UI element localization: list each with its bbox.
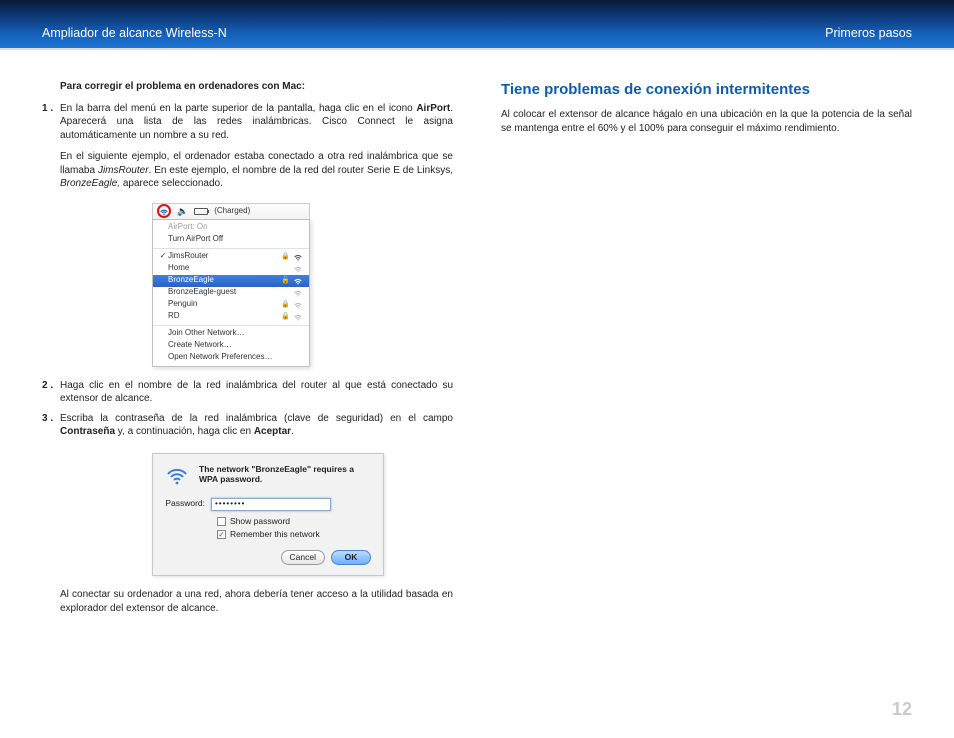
remember-network-checkbox[interactable]: ✓ [217, 530, 226, 539]
network-home[interactable]: Home [153, 263, 309, 275]
mac-fix-heading: Para corregir el problema en ordenadores… [60, 80, 453, 94]
lock-icon: 🔒 [281, 276, 290, 285]
wifi-icon [293, 313, 303, 321]
step-number: 1 . [42, 102, 60, 143]
ok-button[interactable]: OK [331, 550, 371, 565]
closing-paragraph: Al conectar su ordenador a una red, ahor… [60, 588, 453, 615]
wifi-icon [293, 253, 303, 261]
cancel-button[interactable]: Cancel [281, 550, 325, 565]
mac-menubar: 🔈 (Charged) [152, 203, 310, 219]
lock-icon: 🔒 [281, 252, 290, 261]
wifi-large-icon [165, 464, 189, 488]
example-paragraph: En el siguiente ejemplo, el ordenador es… [60, 150, 453, 191]
battery-icon [194, 208, 208, 215]
network-jimsrouter[interactable]: ✓JimsRouter🔒 [153, 251, 309, 263]
step-number: 3 . [42, 412, 60, 439]
lock-icon: 🔒 [281, 300, 290, 309]
network-rd[interactable]: RD🔒 [153, 311, 309, 323]
speaker-icon: 🔈 [177, 205, 188, 217]
page-header: Ampliador de alcance Wireless-N Primeros… [0, 0, 954, 50]
turn-airport-off[interactable]: Turn AirPort Off [153, 234, 309, 246]
step-1: 1 . En la barra del menú en la parte sup… [42, 102, 453, 143]
wifi-icon [293, 289, 303, 297]
airport-status-row: AirPort: On [153, 222, 309, 234]
page-number: 12 [892, 699, 912, 720]
step-2: 2 . Haga clic en el nombre de la red ina… [42, 379, 453, 406]
wpa-message: The network "BronzeEagle" requires a WPA… [199, 464, 371, 485]
airport-dropdown: AirPort: On Turn AirPort Off ✓JimsRouter… [152, 219, 310, 367]
show-password-checkbox[interactable] [217, 517, 226, 526]
network-penguin[interactable]: Penguin🔒 [153, 299, 309, 311]
left-column: Para corregir el problema en ordenadores… [42, 80, 453, 623]
lock-icon: 🔒 [281, 312, 290, 321]
wifi-icon [293, 301, 303, 309]
create-network[interactable]: Create Network… [153, 340, 309, 352]
remember-network-row[interactable]: ✓ Remember this network [217, 529, 371, 540]
airport-icon[interactable] [157, 204, 171, 218]
open-network-preferences[interactable]: Open Network Preferences… [153, 352, 309, 364]
step1-text-a: En la barra del menú en la parte superio… [60, 103, 416, 114]
header-left: Ampliador de alcance Wireless-N [42, 26, 227, 40]
password-input[interactable]: •••••••• [211, 498, 331, 511]
step-number: 2 . [42, 379, 60, 406]
show-password-row[interactable]: Show password [217, 516, 371, 527]
wifi-icon [293, 265, 303, 273]
network-bronzeeagle[interactable]: BronzeEagle🔒 [153, 275, 309, 287]
network-bronzeeagle-guest[interactable]: BronzeEagle-guest [153, 287, 309, 299]
battery-status: (Charged) [214, 206, 250, 217]
right-column: Tiene problemas de conexión intermitente… [501, 80, 912, 623]
airport-menu-figure: 🔈 (Charged) AirPort: On Turn AirPort Off… [152, 203, 310, 367]
wifi-icon [293, 277, 303, 285]
join-other-network[interactable]: Join Other Network… [153, 328, 309, 340]
header-right: Primeros pasos [825, 26, 912, 40]
section-body: Al colocar el extensor de alcance hágalo… [501, 108, 912, 135]
wpa-dialog-figure: The network "BronzeEagle" requires a WPA… [152, 453, 384, 577]
section-heading: Tiene problemas de conexión intermitente… [501, 80, 912, 100]
step1-bold: AirPort [416, 103, 450, 114]
password-label: Password: [165, 498, 211, 509]
step-3: 3 . Escriba la contraseña de la red inal… [42, 412, 453, 439]
